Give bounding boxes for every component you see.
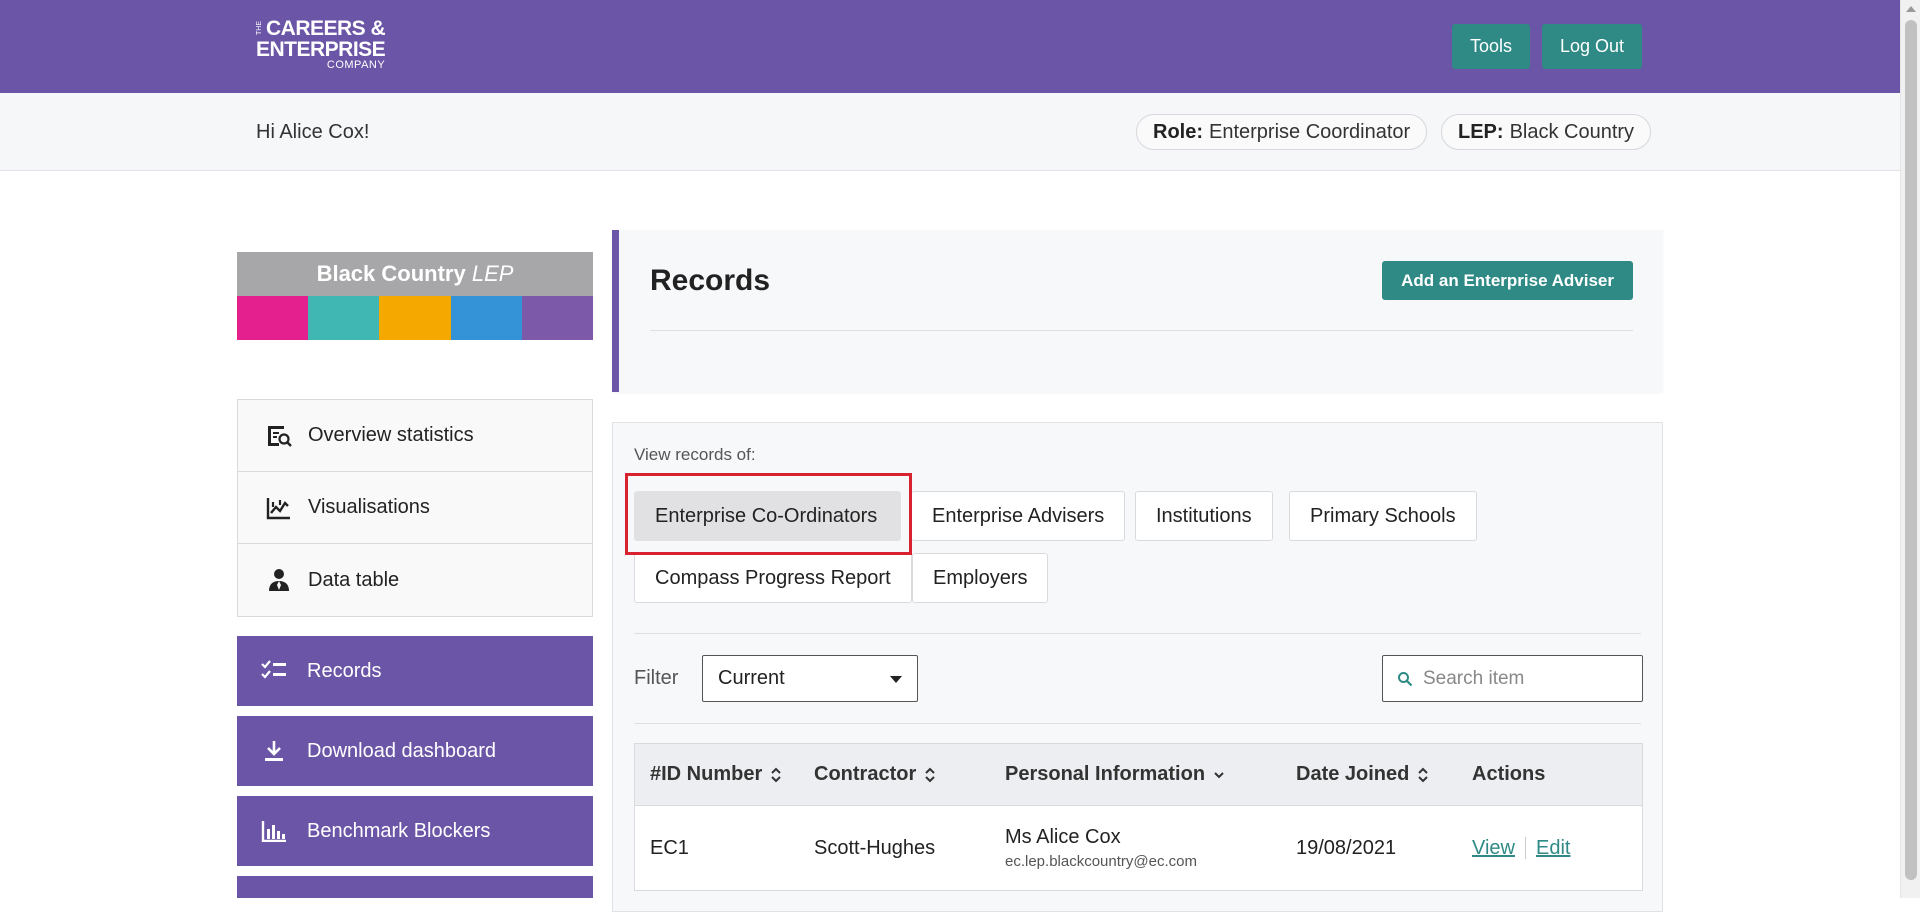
logo-line-2: ENTERPRISE (256, 38, 386, 61)
tools-button[interactable]: Tools (1452, 24, 1531, 69)
logo-line-3: COMPANY (326, 59, 386, 71)
lep-badge: LEP: Black Country (1441, 114, 1652, 150)
chip-compass-progress-report[interactable]: Compass Progress Report (634, 553, 912, 603)
user-info-bar: Hi Alice Cox! Role: Enterprise Coordinato… (0, 93, 1900, 171)
bar-chart-icon (257, 820, 291, 842)
edit-link[interactable]: Edit (1536, 837, 1570, 859)
column-header-id-number[interactable]: #ID Number (635, 763, 814, 786)
action-separator (1525, 837, 1526, 860)
sidebar-download-dashboard-button[interactable]: Download dashboard (237, 716, 593, 786)
sidebar-item-overview-statistics[interactable]: Overview statistics (238, 400, 592, 472)
lep-banner: Black Country LEP (237, 252, 594, 340)
stripe-teal (308, 296, 380, 340)
sidebar-benchmark-blockers-button[interactable]: Benchmark Blockers (237, 796, 593, 866)
panel-divider-bottom (634, 723, 1641, 724)
cell-actions: View Edit (1472, 837, 1622, 860)
role-label: Role: (1153, 121, 1203, 143)
logo-line-1: CAREERS & (266, 17, 386, 40)
chip-institutions[interactable]: Institutions (1135, 491, 1273, 541)
top-header: THE CAREERS & ENTERPRISE COMPANY Tools L… (0, 0, 1900, 93)
view-records-label: View records of: (634, 445, 756, 464)
sidebar-item-data-table[interactable]: Data table (238, 544, 592, 616)
company-logo[interactable]: THE CAREERS & ENTERPRISE COMPANY (256, 17, 386, 71)
chip-enterprise-advisers[interactable]: Enterprise Advisers (911, 491, 1126, 541)
stripe-pink (237, 296, 309, 340)
person-name: Ms Alice Cox (1005, 826, 1121, 848)
lep-label: LEP: (1458, 121, 1504, 143)
add-enterprise-adviser-button[interactable]: Add an Enterprise Adviser (1382, 261, 1633, 300)
lep-banner-name: Black Country (316, 261, 466, 286)
column-header-label: #ID Number (650, 763, 763, 785)
cell-contractor: Scott-Hughes (814, 836, 936, 859)
view-link[interactable]: View (1472, 837, 1515, 859)
page-scrollbar[interactable] (1900, 0, 1920, 898)
column-header-label: Personal Information (1005, 763, 1206, 785)
sidebar-button-label: Benchmark Blockers (307, 819, 491, 842)
column-header-label: Contractor (814, 763, 917, 785)
cell-date-joined: 19/08/2021 (1296, 836, 1397, 859)
sidebar-item-label: Data table (308, 568, 400, 591)
filter-selected-value: Current (718, 667, 785, 689)
column-header-date-joined[interactable]: Date Joined (1296, 763, 1472, 786)
lep-banner-title: Black Country LEP (237, 252, 593, 296)
table-row: EC1 Scott-Hughes Ms Alice Cox ec.lep.bla… (635, 806, 1642, 890)
caret-down-icon (890, 676, 902, 683)
chart-search-icon (262, 424, 296, 448)
column-header-contractor[interactable]: Contractor (814, 763, 1005, 786)
checklist-icon (257, 660, 291, 682)
role-badge: Role: Enterprise Coordinator (1136, 114, 1428, 150)
records-header-card: Records Add an Enterprise Adviser (612, 230, 1663, 392)
filter-select[interactable]: Current (702, 655, 918, 702)
person-icon (262, 568, 296, 592)
sort-icon (1417, 766, 1429, 784)
lep-value: Black Country (1509, 121, 1635, 143)
sidebar-button-label: Records (307, 659, 382, 682)
logo-prefix: THE (256, 21, 263, 35)
stripe-purple (521, 296, 594, 340)
search-input[interactable] (1421, 666, 1621, 691)
chip-primary-schools[interactable]: Primary Schools (1289, 491, 1477, 541)
records-panel: View records of: Enterprise Co-Ordinator… (612, 422, 1663, 912)
chevron-down-icon (1213, 766, 1225, 784)
records-table: #ID Number Contractor Personal Informati… (634, 743, 1643, 891)
search-icon (1397, 671, 1413, 687)
person-email: ec.lep.blackcountry@ec.com (1005, 853, 1197, 870)
download-icon (257, 740, 291, 762)
table-header-row: #ID Number Contractor Personal Informati… (635, 744, 1642, 806)
lep-banner-stripes (237, 296, 594, 340)
chip-enterprise-co-ordinators[interactable]: Enterprise Co-Ordinators (634, 491, 901, 541)
sidebar-button-label: Download dashboard (307, 739, 497, 762)
scroll-up-icon[interactable] (1906, 6, 1916, 12)
sidebar-item-label: Visualisations (308, 496, 430, 518)
logout-button[interactable]: Log Out (1542, 24, 1643, 69)
sidebar-item-visualisations[interactable]: Visualisations (238, 472, 592, 544)
scrollbar-thumb[interactable] (1905, 20, 1917, 880)
role-value: Enterprise Coordinator (1209, 121, 1411, 143)
column-header-label: Actions (1472, 763, 1546, 785)
records-divider (650, 330, 1633, 331)
cell-id: EC1 (650, 836, 689, 859)
stripe-blue (450, 296, 522, 340)
sidebar-item-label: Overview statistics (308, 424, 474, 446)
search-box[interactable] (1382, 655, 1643, 702)
column-header-label: Date Joined (1296, 763, 1410, 785)
column-header-personal-information[interactable]: Personal Information (1005, 763, 1296, 786)
chip-employers[interactable]: Employers (912, 553, 1049, 603)
greeting-text: Hi Alice Cox! (256, 121, 370, 143)
filter-label: Filter (634, 667, 679, 689)
lep-banner-suffix: LEP (471, 261, 514, 286)
panel-divider-top (634, 633, 1641, 634)
sort-icon (924, 766, 936, 784)
sidebar-nav: Overview statistics Visualisations Data … (237, 399, 593, 617)
trend-chart-icon (262, 496, 296, 520)
sort-icon (770, 766, 782, 784)
stripe-orange (379, 296, 451, 340)
sidebar-next-button[interactable] (237, 876, 593, 898)
sidebar-records-button[interactable]: Records (237, 636, 593, 706)
column-header-actions: Actions (1472, 763, 1622, 786)
page-title: Records (650, 264, 771, 297)
cell-personal-information: Ms Alice Cox ec.lep.blackcountry@ec.com (1005, 826, 1296, 870)
